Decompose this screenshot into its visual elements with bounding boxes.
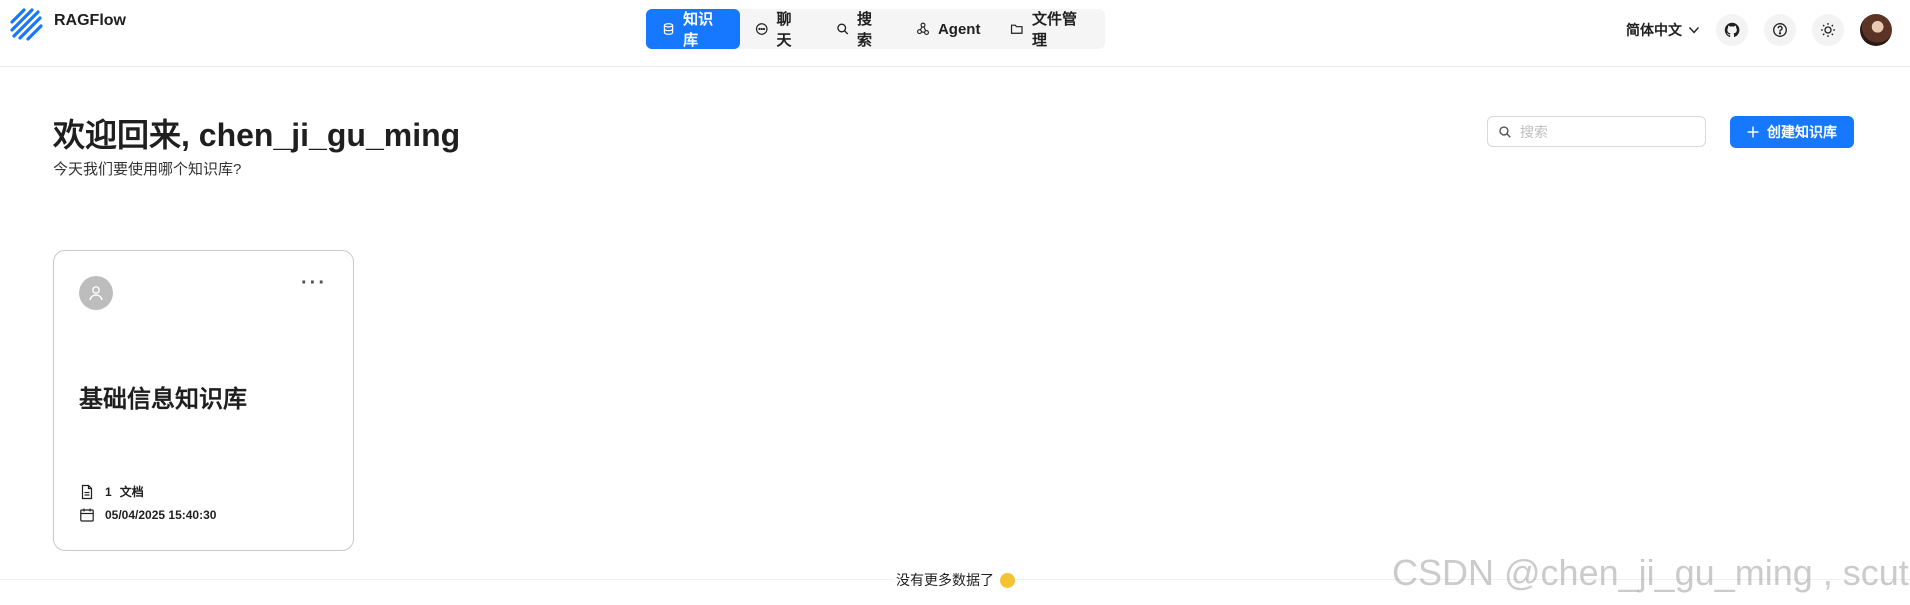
kb-doc-count: 1 文档 bbox=[79, 483, 144, 500]
help-button[interactable] bbox=[1764, 14, 1796, 46]
nav-agent[interactable]: Agent bbox=[901, 9, 996, 49]
nav-file-management[interactable]: 文件管理 bbox=[995, 9, 1105, 49]
calendar-icon bbox=[80, 508, 94, 522]
language-label: 简体中文 bbox=[1626, 22, 1682, 38]
app-name: RAGFlow bbox=[54, 12, 126, 29]
kb-avatar bbox=[79, 276, 113, 310]
updated-date: 05/04/2025 15:40:30 bbox=[105, 508, 217, 522]
agent-graph-icon bbox=[916, 22, 929, 35]
search-box[interactable] bbox=[1487, 116, 1706, 147]
chat-icon bbox=[755, 23, 768, 35]
github-button[interactable] bbox=[1716, 14, 1748, 46]
create-button-label: 创建知识库 bbox=[1767, 124, 1837, 140]
github-icon bbox=[1724, 22, 1740, 38]
top-header: RAGFlow 知识库 聊天 搜索 Agent 文件管理 简体中文 bbox=[0, 0, 1910, 67]
knowledge-base-card[interactable]: ··· 基础信息知识库 1 文档 05/04/2025 15:40:30 bbox=[53, 250, 354, 551]
nav-chat[interactable]: 聊天 bbox=[740, 9, 820, 49]
nav-knowledge-base[interactable]: 知识库 bbox=[646, 9, 741, 49]
chevron-down-icon bbox=[1688, 27, 1700, 34]
nav-label: 聊天 bbox=[776, 11, 792, 49]
search-icon bbox=[836, 23, 848, 35]
page-subtitle: 今天我们要使用哪个知识库? bbox=[53, 161, 242, 178]
language-select[interactable]: 简体中文 bbox=[1626, 20, 1700, 40]
kb-updated: 05/04/2025 15:40:30 bbox=[79, 507, 216, 523]
app-logo[interactable]: RAGFlow bbox=[10, 8, 126, 42]
theme-sun-icon bbox=[1821, 23, 1835, 37]
nav-label: 搜索 bbox=[857, 11, 873, 49]
no-more-label: 没有更多数据了 bbox=[896, 572, 994, 588]
doc-unit: 文档 bbox=[119, 485, 144, 499]
search-icon bbox=[1499, 125, 1511, 138]
ragflow-logo-icon bbox=[10, 8, 43, 41]
folder-icon bbox=[1011, 24, 1024, 34]
no-more-data: 没有更多数据了 bbox=[894, 570, 1017, 590]
database-icon bbox=[663, 23, 674, 35]
watermark: CSDN @chen_ji_gu_ming , scut bbox=[1392, 552, 1909, 593]
main-nav: 知识库 聊天 搜索 Agent 文件管理 bbox=[646, 9, 1105, 49]
page-title: 欢迎回来, chen_ji_gu_ming bbox=[53, 117, 461, 153]
plus-icon bbox=[1747, 126, 1759, 138]
doc-count: 1 bbox=[105, 484, 112, 499]
nav-label: Agent bbox=[937, 20, 981, 38]
search-input[interactable] bbox=[1518, 122, 1702, 141]
more-options-icon[interactable]: ··· bbox=[301, 273, 327, 293]
user-avatar[interactable] bbox=[1860, 14, 1892, 46]
user-placeholder-icon bbox=[89, 286, 103, 301]
document-icon bbox=[81, 484, 93, 499]
nav-label: 知识库 bbox=[683, 11, 714, 49]
create-knowledge-base-button[interactable]: 创建知识库 bbox=[1730, 116, 1854, 148]
welcome-section: 欢迎回来, chen_ji_gu_ming 今天我们要使用哪个知识库? bbox=[53, 116, 460, 179]
header-tools: 简体中文 bbox=[1626, 14, 1892, 46]
nav-search[interactable]: 搜索 bbox=[821, 9, 901, 49]
nav-label: 文件管理 bbox=[1031, 11, 1077, 49]
theme-toggle-button[interactable] bbox=[1812, 14, 1844, 46]
help-icon bbox=[1773, 23, 1787, 37]
grin-emoji-icon bbox=[1000, 572, 1015, 588]
kb-name: 基础信息知识库 bbox=[79, 386, 247, 413]
